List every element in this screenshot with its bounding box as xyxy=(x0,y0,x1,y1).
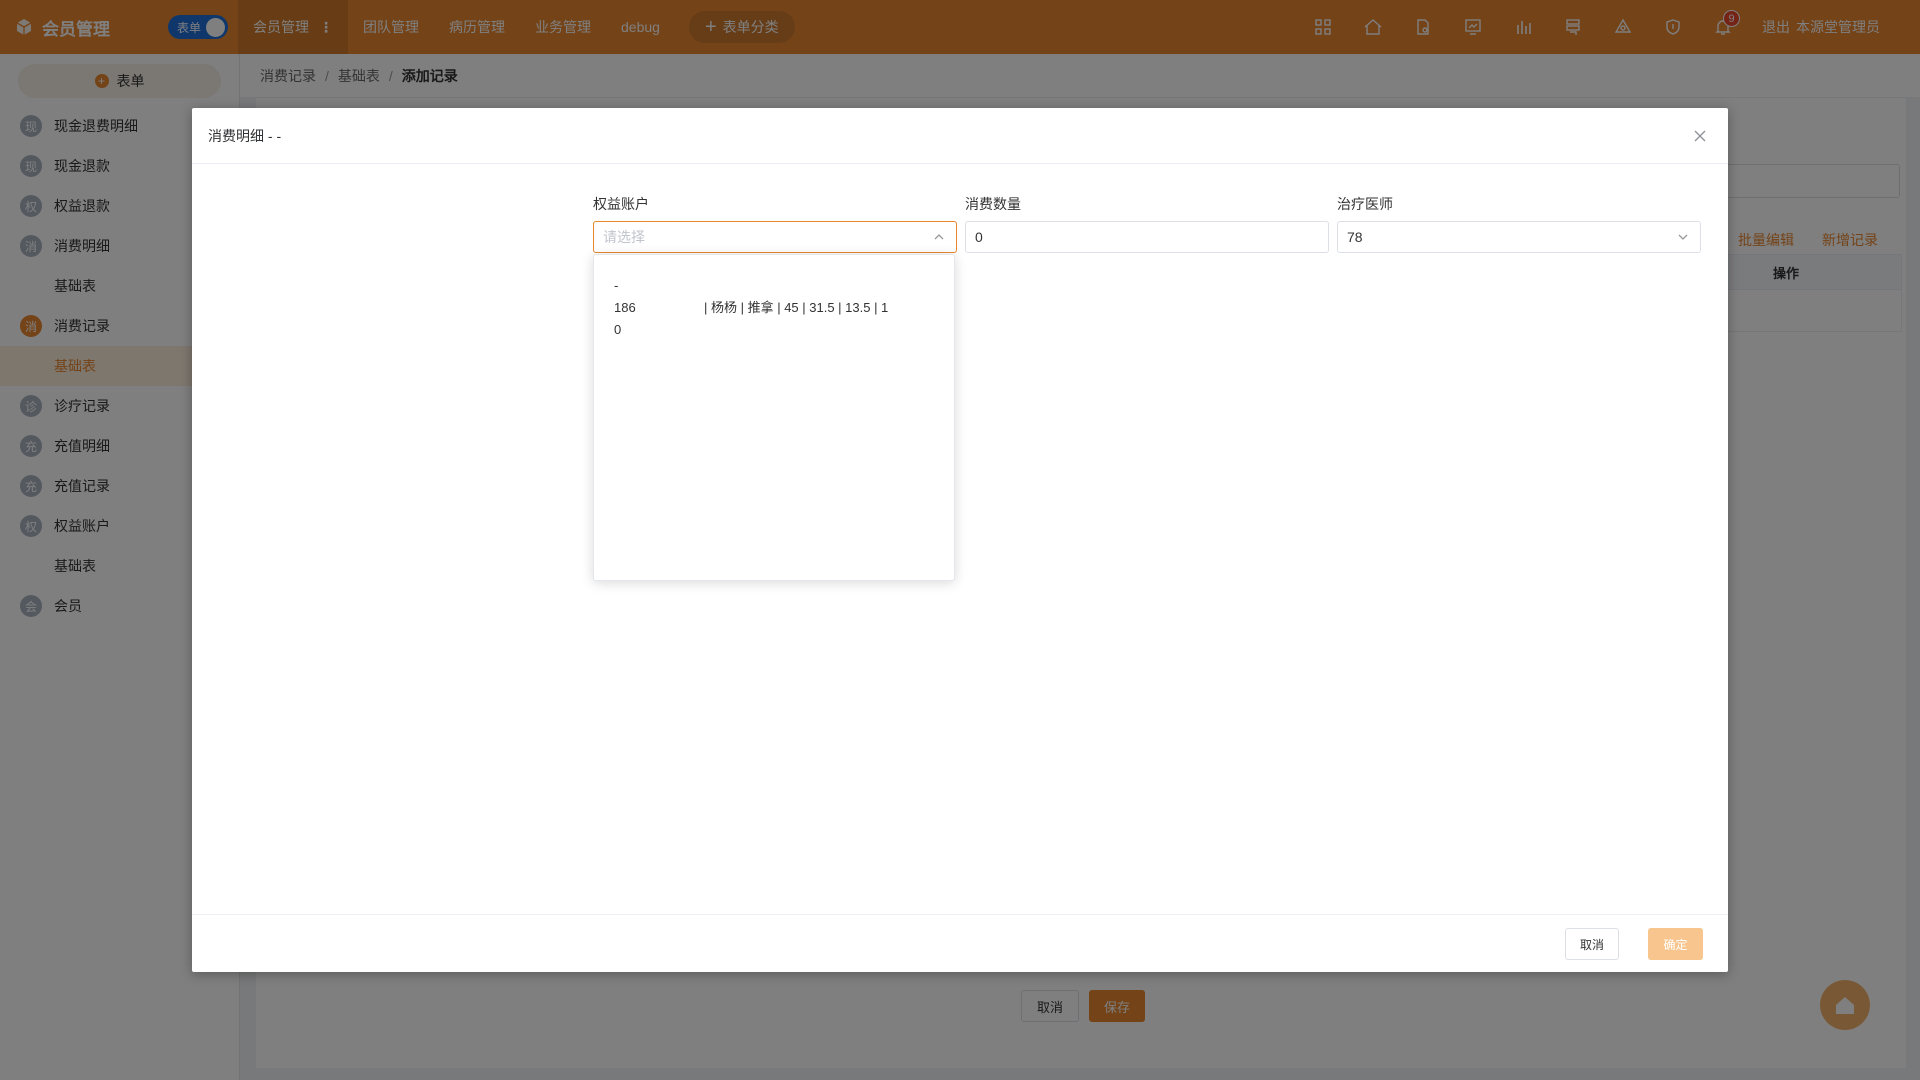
chevron-up-icon xyxy=(932,230,946,244)
field-label: 权益账户 xyxy=(593,196,649,212)
doctor-field: 治疗医师 78 xyxy=(1337,194,1701,253)
select-value: 78 xyxy=(1347,229,1363,245)
quantity-input[interactable]: 0 xyxy=(965,221,1329,253)
dialog-title: 消费明细 - - xyxy=(208,127,282,144)
option-header: - xyxy=(614,278,619,293)
dialog-header: 消费明细 - - xyxy=(192,108,1728,164)
dialog-cancel-button[interactable]: 取消 xyxy=(1564,928,1619,960)
benefit-account-select[interactable]: 请选择 xyxy=(593,221,957,253)
doctor-select[interactable]: 78 xyxy=(1337,221,1701,253)
dialog-confirm-button[interactable]: 确定 xyxy=(1648,928,1703,960)
dialog-footer: 取消 确定 xyxy=(192,914,1728,972)
option-id: 186 xyxy=(614,300,636,315)
benefit-account-dropdown: - 186 | 杨杨 | 推拿 | 45 | 31.5 | 13.5 | 1 0 xyxy=(593,254,955,581)
field-label: 消费数量 xyxy=(965,196,1021,212)
chevron-down-icon xyxy=(1676,230,1690,244)
option-continuation: 0 xyxy=(614,322,622,337)
input-value: 0 xyxy=(975,229,983,245)
dropdown-option[interactable]: - 186 | 杨杨 | 推拿 | 45 | 31.5 | 13.5 | 1 0 xyxy=(614,275,934,341)
quantity-field: 消费数量 0 xyxy=(965,194,1329,253)
close-icon[interactable] xyxy=(1690,126,1710,146)
option-details: | 杨杨 | 推拿 | 45 | 31.5 | 13.5 | 1 xyxy=(704,300,889,315)
consumption-detail-dialog: 消费明细 - - 权益账户 请选择 消费数量 0 治疗医师 78 - 186 |… xyxy=(192,108,1728,972)
select-placeholder: 请选择 xyxy=(603,229,645,245)
benefit-account-field: 权益账户 请选择 xyxy=(593,194,957,253)
option-row: 186 | 杨杨 | 推拿 | 45 | 31.5 | 13.5 | 1 xyxy=(614,297,934,319)
field-label: 治疗医师 xyxy=(1337,196,1393,212)
